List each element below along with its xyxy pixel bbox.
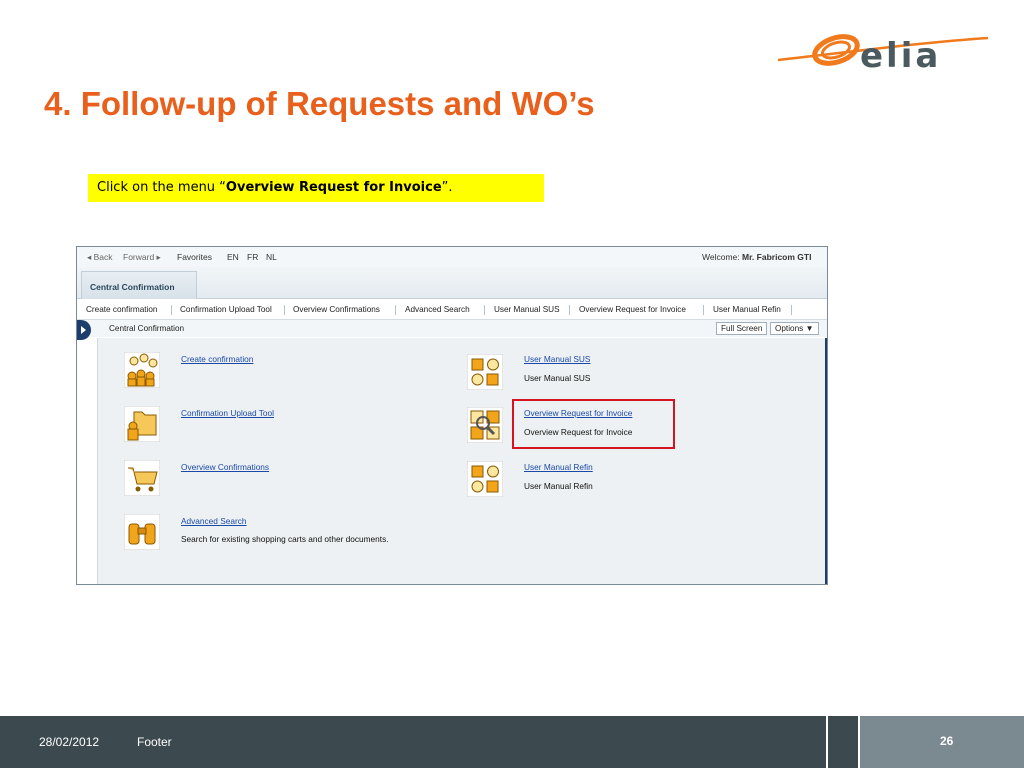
welcome-user: Mr. Fabricom GTI	[742, 252, 812, 262]
subnav-separator	[703, 305, 704, 315]
right-rail	[825, 338, 827, 584]
advanced-search-link[interactable]: Advanced Search	[181, 516, 247, 526]
subnav-overview-confirmations[interactable]: Overview Confirmations	[293, 305, 380, 314]
portal-topbar: ◂ Back Forward ▸ Favorites EN FR NL Welc…	[77, 247, 827, 267]
overview-confirmations-link[interactable]: Overview Confirmations	[181, 462, 269, 472]
callout-highlight-box	[512, 399, 675, 449]
launchpad-content: Create confirmation Confirmation Upload …	[97, 338, 825, 584]
sub-navigation: Create confirmation Confirmation Upload …	[77, 300, 827, 320]
footer-date: 28/02/2012	[39, 735, 100, 749]
subnav-advanced-search[interactable]: Advanced Search	[405, 305, 470, 314]
search-people-icon	[467, 407, 503, 443]
subnav-confirmation-upload-tool[interactable]: Confirmation Upload Tool	[180, 305, 272, 314]
nav-toggle-icon[interactable]	[77, 320, 91, 340]
advanced-search-description: Search for existing shopping carts and o…	[181, 534, 389, 544]
logo-wordmark: elia	[860, 36, 942, 76]
people-group-icon	[124, 352, 160, 388]
subnav-separator	[284, 305, 285, 315]
welcome-label: Welcome:	[702, 252, 740, 262]
back-button[interactable]: ◂ Back	[87, 252, 113, 263]
user-manual-refin-link[interactable]: User Manual Refin	[524, 462, 593, 472]
subnav-separator	[791, 305, 792, 315]
page-number: 26	[940, 734, 954, 748]
shapes-icon	[467, 461, 503, 497]
lang-fr[interactable]: FR	[247, 252, 258, 262]
footer-divider	[826, 716, 828, 768]
subnav-separator	[484, 305, 485, 315]
instruction-suffix: ”.	[441, 180, 453, 195]
folder-user-icon	[124, 406, 160, 442]
tab-strip: Central Confirmation	[77, 267, 827, 299]
lang-nl[interactable]: NL	[266, 252, 277, 262]
slide-title: 4. Follow-up of Requests and WO’s	[44, 85, 595, 122]
portal-screenshot: ◂ Back Forward ▸ Favorites EN FR NL Welc…	[76, 246, 828, 585]
breadcrumb: Central Confirmation	[109, 324, 185, 333]
confirmation-upload-tool-link[interactable]: Confirmation Upload Tool	[181, 408, 274, 418]
user-manual-sus-description: User Manual SUS	[524, 373, 591, 383]
user-manual-sus-link[interactable]: User Manual SUS	[524, 354, 590, 364]
shapes-icon	[467, 354, 503, 390]
binoculars-icon	[124, 514, 160, 550]
shopping-cart-icon	[124, 460, 160, 496]
subnav-create-confirmation[interactable]: Create confirmation	[86, 305, 157, 314]
create-confirmation-link[interactable]: Create confirmation	[181, 354, 253, 364]
subnav-overview-request-invoice[interactable]: Overview Request for Invoice	[579, 305, 686, 314]
footer-text: Footer	[137, 735, 172, 749]
full-screen-button[interactable]: Full Screen	[716, 322, 768, 335]
page-toolbar: Central Confirmation Full Screen Options…	[77, 320, 827, 340]
subnav-separator	[171, 305, 172, 315]
user-manual-refin-description: User Manual Refin	[524, 481, 593, 491]
welcome-text: Welcome: Mr. Fabricom GTI	[702, 252, 811, 262]
instruction-menu-name: Overview Request for Invoice	[225, 180, 442, 195]
forward-button[interactable]: Forward ▸	[123, 252, 161, 263]
subnav-separator	[569, 305, 570, 315]
slide-footer: 28/02/2012 Footer 26	[0, 716, 1024, 768]
subnav-separator	[395, 305, 396, 315]
tab-central-confirmation[interactable]: Central Confirmation	[81, 271, 197, 299]
options-button[interactable]: Options ▼	[770, 322, 819, 335]
subnav-user-manual-sus[interactable]: User Manual SUS	[494, 305, 560, 314]
favorites-menu[interactable]: Favorites	[177, 252, 212, 262]
instruction-box: Click on the menu “Overview Request for …	[88, 174, 544, 202]
lang-en[interactable]: EN	[227, 252, 239, 262]
instruction-prefix: Click on the menu “	[97, 180, 226, 195]
subnav-user-manual-refin[interactable]: User Manual Refin	[713, 305, 781, 314]
